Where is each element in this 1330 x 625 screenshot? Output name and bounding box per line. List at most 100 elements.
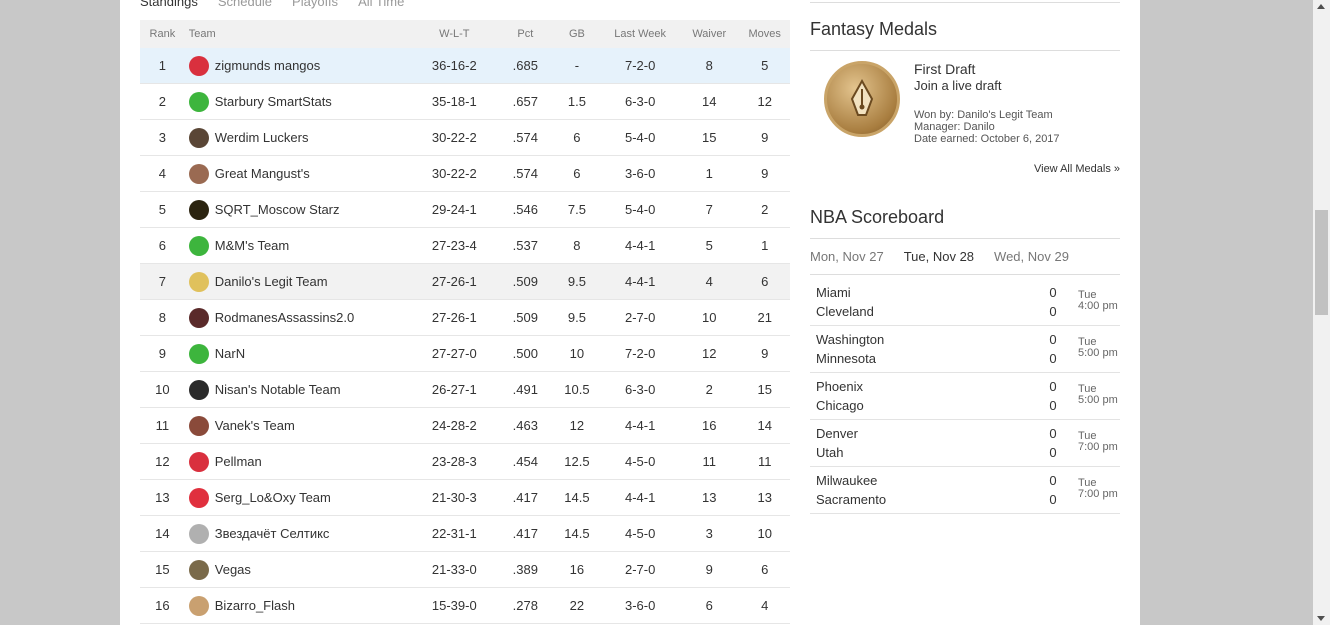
view-all-medals-link[interactable]: View All Medals »: [810, 163, 1120, 183]
team-avatar-icon[interactable]: [188, 343, 209, 364]
vertical-scrollbar[interactable]: [1313, 0, 1330, 625]
team-name-link[interactable]: SQRT_Moscow Starz: [215, 202, 340, 217]
moves-cell: 9: [761, 166, 769, 181]
header-moves[interactable]: Moves: [739, 28, 790, 40]
tab-all-time[interactable]: All Time: [358, 0, 404, 9]
team-avatar-icon[interactable]: [188, 487, 209, 508]
table-row[interactable]: 15 Vegas 21-33-0 .389 16 2-7-0 9 6: [140, 552, 790, 588]
team-cell: Werdim Luckers: [185, 127, 411, 148]
table-row[interactable]: 8 RodmanesAssassins2.0 27-26-1 .509 9.5 2-7-0…: [140, 300, 790, 336]
moves-cell: 4: [761, 598, 769, 613]
pct-cell: .463: [512, 418, 538, 433]
team-name-link[interactable]: zigmunds mangos: [215, 58, 321, 73]
team-avatar-icon[interactable]: [188, 163, 209, 184]
scrollbar-thumb[interactable]: [1315, 210, 1328, 315]
game-item[interactable]: Washington Minnesota 0 0 Tue 5:00 pm: [810, 326, 1120, 373]
game-start-time: 4:00 pm: [1078, 300, 1118, 312]
tab-playoffs[interactable]: Playoffs: [292, 0, 338, 9]
team-cell: zigmunds mangos: [185, 55, 411, 76]
game-item[interactable]: Denver Utah 0 0 Tue 7:00 pm: [810, 420, 1120, 467]
game-item[interactable]: Phoenix Chicago 0 0 Tue 5:00 pm: [810, 373, 1120, 420]
team-name-link[interactable]: Serg_Lo&Oxy Team: [215, 490, 331, 505]
scroll-up-arrow-icon[interactable]: [1317, 4, 1325, 9]
waiver-cell: 9: [705, 562, 713, 577]
pct-cell: .546: [512, 202, 538, 217]
tab-standings[interactable]: Standings: [140, 0, 198, 9]
table-row[interactable]: 12 Pellman 23-28-3 .454 12.5 4-5-0 11 11: [140, 444, 790, 480]
team-avatar-icon[interactable]: [188, 523, 209, 544]
last-week-cell: 2-7-0: [624, 310, 656, 325]
team-name-link[interactable]: Vanek's Team: [215, 418, 295, 433]
day-tab-wed[interactable]: Wed, Nov 29: [994, 249, 1069, 274]
team-avatar-icon[interactable]: [188, 91, 209, 112]
team-avatar-icon[interactable]: [188, 559, 209, 580]
game-item[interactable]: Milwaukee Sacramento 0 0 Tue 7:00 pm: [810, 467, 1120, 514]
home-score: 0: [1049, 426, 1057, 441]
team-cell: Звездачёт Селтикс: [185, 523, 411, 544]
team-name-link[interactable]: Great Mangust's: [215, 166, 310, 181]
table-row[interactable]: 14 Звездачёт Селтикс 22-31-1 .417 14.5 4-5-0 3…: [140, 516, 790, 552]
table-row[interactable]: 13 Serg_Lo&Oxy Team 21-30-3 .417 14.5 4-4-1 13…: [140, 480, 790, 516]
table-row[interactable]: 9 NarN 27-27-0 .500 10 7-2-0 12 9: [140, 336, 790, 372]
team-name-link[interactable]: Bizarro_Flash: [215, 598, 295, 613]
table-row[interactable]: 11 Vanek's Team 24-28-2 .463 12 4-4-1 16 14: [140, 408, 790, 444]
table-row[interactable]: 1 zigmunds mangos 36-16-2 .685 - 7-2-0 8 5: [140, 48, 790, 84]
header-rank[interactable]: Rank: [140, 28, 185, 40]
scoreboard-days: Mon, Nov 27 Tue, Nov 28 Wed, Nov 29: [810, 239, 1120, 275]
team-name-link[interactable]: RodmanesAssassins2.0: [215, 310, 354, 325]
team-avatar-icon[interactable]: [188, 307, 209, 328]
waiver-cell: 6: [705, 598, 713, 613]
last-week-cell: 4-4-1: [624, 418, 656, 433]
team-name-link[interactable]: NarN: [215, 346, 245, 361]
team-avatar-icon[interactable]: [188, 451, 209, 472]
table-row[interactable]: 7 Danilo's Legit Team 27-26-1 .509 9.5 4-4-1 4…: [140, 264, 790, 300]
header-pct[interactable]: Pct: [498, 28, 552, 40]
team-avatar-icon[interactable]: [188, 415, 209, 436]
team-avatar-icon[interactable]: [188, 235, 209, 256]
table-row[interactable]: 5 SQRT_Moscow Starz 29-24-1 .546 7.5 5-4-0 7 2: [140, 192, 790, 228]
table-row[interactable]: 2 Starbury SmartStats 35-18-1 .657 1.5 6-3-0 1…: [140, 84, 790, 120]
team-avatar-icon[interactable]: [188, 379, 209, 400]
team-avatar-icon[interactable]: [188, 199, 209, 220]
team-name-link[interactable]: Werdim Luckers: [215, 130, 309, 145]
header-team[interactable]: Team: [185, 28, 411, 40]
team-avatar-icon[interactable]: [188, 271, 209, 292]
team-avatar-icon[interactable]: [188, 595, 209, 616]
team-name-link[interactable]: Starbury SmartStats: [215, 94, 332, 109]
team-avatar-icon[interactable]: [188, 55, 209, 76]
pct-cell: .454: [512, 454, 538, 469]
day-tab-mon[interactable]: Mon, Nov 27: [810, 249, 884, 274]
team-name-link[interactable]: Danilo's Legit Team: [215, 274, 328, 289]
scroll-down-arrow-icon[interactable]: [1317, 616, 1325, 621]
tab-schedule[interactable]: Schedule: [218, 0, 272, 9]
table-row[interactable]: 10 Nisan's Notable Team 26-27-1 .491 10.5 6-3…: [140, 372, 790, 408]
table-row[interactable]: 4 Great Mangust's 30-22-2 .574 6 3-6-0 1 9: [140, 156, 790, 192]
medal-date: Date earned: October 6, 2017: [914, 133, 1060, 145]
header-waiver[interactable]: Waiver: [679, 28, 739, 40]
medal-name: First Draft: [914, 61, 976, 77]
table-row[interactable]: 16 Bizarro_Flash 15-39-0 .278 22 3-6-0 6 4: [140, 588, 790, 624]
team-name-link[interactable]: Pellman: [215, 454, 262, 469]
pen-nib-medal-icon[interactable]: [824, 61, 900, 137]
header-wlt[interactable]: W-L-T: [411, 28, 499, 40]
team-avatar-icon[interactable]: [188, 127, 209, 148]
medals-title: Fantasy Medals: [810, 19, 1120, 51]
gb-cell: 6: [573, 166, 581, 181]
header-gb[interactable]: GB: [553, 28, 602, 40]
game-item[interactable]: Miami Cleveland 0 0 Tue 4:00 pm: [810, 279, 1120, 326]
team-name-link[interactable]: Vegas: [215, 562, 251, 577]
team-name-link[interactable]: Nisan's Notable Team: [215, 382, 341, 397]
team-name-link[interactable]: Звездачёт Селтикс: [215, 526, 330, 541]
last-week-cell: 7-2-0: [624, 346, 656, 361]
team-name-link[interactable]: M&M's Team: [215, 238, 289, 253]
table-row[interactable]: 3 Werdim Luckers 30-22-2 .574 6 5-4-0 15 9: [140, 120, 790, 156]
game-start-time: 5:00 pm: [1078, 394, 1118, 406]
header-last-week[interactable]: Last Week: [601, 28, 679, 40]
day-tab-tue[interactable]: Tue, Nov 28: [904, 249, 974, 274]
wlt-cell: 35-18-1: [431, 94, 477, 109]
waiver-cell: 16: [702, 418, 717, 433]
away-team: Chicago: [816, 398, 864, 413]
waiver-cell: 2: [705, 382, 713, 397]
table-row[interactable]: 6 M&M's Team 27-23-4 .537 8 4-4-1 5 1: [140, 228, 790, 264]
game-teams: Washington Minnesota: [816, 326, 1042, 372]
